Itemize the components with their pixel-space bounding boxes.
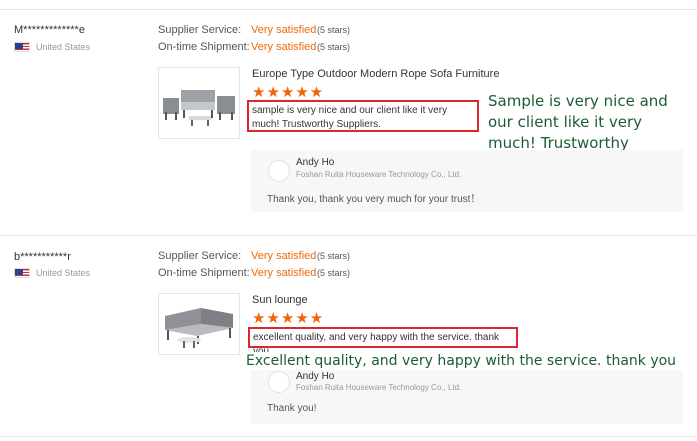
reply-company: Foshan Ruita Houseware Technology Co., L… [296,170,462,179]
reply-author: Andy Ho [296,371,335,382]
supplier-service-stars: (5 stars) [317,25,351,35]
country-label: United States [36,42,91,52]
sun-lounge-image [165,308,233,348]
avatar [268,371,290,393]
reply-company: Foshan Ruita Houseware Technology Co., L… [296,383,462,392]
shipment-value: Very satisfied [251,41,317,53]
us-flag-icon [14,268,30,278]
review-divider [0,235,697,236]
sofa-set-image [163,90,235,126]
product-thumbnail[interactable] [158,293,240,355]
shipment-stars: (5 stars) [317,42,351,52]
annotation-text: Excellent quality, and very happy with t… [246,352,696,370]
reviewer-username: M*************e [14,24,85,36]
reviewer-username: b***********r [14,251,71,263]
reviewer-country: United States [14,268,90,278]
supplier-reply: Andy Ho Foshan Ruita Houseware Technolog… [251,150,683,212]
rating-stars-icon: ★★★★★ [252,310,325,327]
supplier-service-label: Supplier Service: [158,24,242,36]
shipment-stars: (5 stars) [317,268,351,278]
supplier-service-value: Very satisfied [251,24,317,36]
product-title[interactable]: Sun lounge [252,294,308,306]
country-label: United States [36,268,91,278]
shipment-label: On-time Shipment: [158,267,250,279]
product-title[interactable]: Europe Type Outdoor Modern Rope Sofa Fur… [252,68,499,80]
supplier-service-value: Very satisfied [251,250,317,262]
shipment-value: Very satisfied [251,267,317,279]
avatar [268,160,290,182]
supplier-service-label: Supplier Service: [158,250,242,262]
review-text: sample is very nice and our client like … [247,100,479,132]
reply-author: Andy Ho [296,157,335,168]
supplier-reply: Andy Ho Foshan Ruita Houseware Technolog… [251,366,683,424]
reply-text: Thank you, thank you very much for your … [267,194,481,205]
reply-text: Thank you! [267,403,317,414]
bottom-divider [0,436,697,437]
shipment-label: On-time Shipment: [158,41,250,53]
review-text: excellent quality, and very happy with t… [248,327,518,357]
rating-stars-icon: ★★★★★ [252,84,325,101]
review-text-content: sample is very nice and our client like … [252,105,448,130]
supplier-service-stars: (5 stars) [317,251,351,261]
reviewer-country: United States [14,42,90,52]
us-flag-icon [14,42,30,52]
top-divider [0,9,697,10]
product-thumbnail[interactable] [158,67,240,139]
